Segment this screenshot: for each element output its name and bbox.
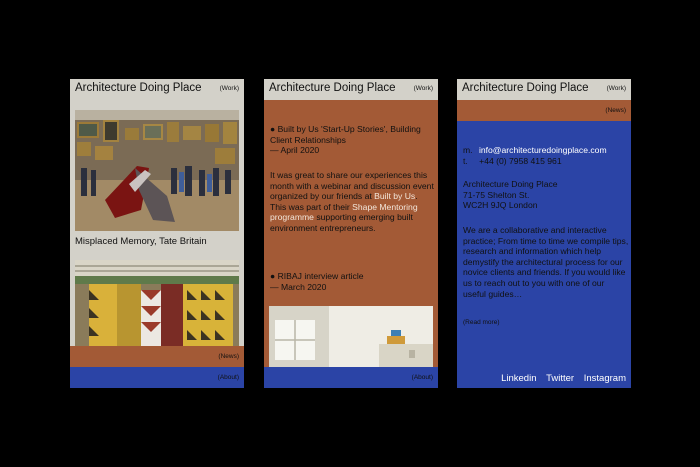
linkedin-link[interactable]: Linkedin [501, 373, 536, 384]
contact-details: m. info@architecturedoingplace.com t. +4… [463, 145, 629, 166]
address-name: Architecture Doing Place [463, 179, 558, 189]
phone-screen-work: Architecture Doing Place (Work) Misplace… [70, 79, 244, 388]
phone-row: t. +44 (0) 7958 415 961 [463, 156, 629, 167]
post-date: — April 2020 [270, 145, 320, 156]
built-by-us-link[interactable]: Built by Us [374, 191, 415, 201]
header: Architecture Doing Place (Work) [264, 79, 438, 100]
instagram-link[interactable]: Instagram [584, 373, 626, 384]
about-tab-band[interactable]: (About) [264, 367, 438, 388]
about-text: We are a collaborative and interactive p… [463, 225, 629, 299]
phone-link[interactable]: +44 (0) 7958 415 961 [479, 156, 561, 166]
project-photo-pavilion[interactable] [75, 260, 239, 346]
email-link[interactable]: info@architecturedoingplace.com [479, 145, 607, 155]
phone-screen-about: Architecture Doing Place (Work) (News) m… [457, 79, 631, 388]
social-links: Linkedin Twitter Instagram [494, 373, 626, 384]
news-post-built-by-us[interactable]: ● Built by Us 'Start-Up Stories', Buildi… [270, 124, 434, 156]
header: Architecture Doing Place (Work) [457, 79, 631, 100]
interior-image [269, 306, 433, 367]
nav-about-link[interactable]: (About) [218, 374, 239, 381]
pavilion-image [75, 260, 239, 346]
phone-label: t. [463, 155, 468, 166]
project-caption[interactable]: Misplaced Memory, Tate Britain [75, 236, 207, 247]
gallery-image [75, 110, 239, 231]
address-street: 71-75 Shelton St. [463, 189, 530, 200]
ribaj-article-photo[interactable] [269, 306, 433, 367]
post-title: ● Built by Us 'Start-Up Stories', Buildi… [270, 124, 421, 145]
nav-work-link[interactable]: (Work) [220, 85, 239, 92]
site-title[interactable]: Architecture Doing Place [75, 82, 202, 94]
nav-work-link[interactable]: (Work) [414, 85, 433, 92]
nav-news-link[interactable]: (News) [218, 353, 239, 360]
header: Architecture Doing Place (Work) [70, 79, 244, 100]
address-block: Architecture Doing Place 71-75 Shelton S… [463, 179, 629, 211]
nav-about-link[interactable]: (About) [412, 374, 433, 381]
email-label: m. [463, 145, 473, 155]
email-row: m. info@architecturedoingplace.com [463, 145, 629, 156]
post-date: — March 2020 [270, 281, 327, 292]
news-tab-band[interactable]: (News) [457, 100, 631, 121]
read-more-link[interactable]: (Read more) [463, 318, 629, 329]
news-post-ribaj[interactable]: ● RIBAJ interview article — March 2020 [270, 271, 434, 292]
project-photo-tate-britain[interactable] [75, 110, 239, 231]
phone-screen-news: Architecture Doing Place (Work) ● Built … [264, 79, 438, 388]
twitter-link[interactable]: Twitter [546, 373, 574, 384]
site-title[interactable]: Architecture Doing Place [269, 82, 396, 94]
site-title[interactable]: Architecture Doing Place [462, 82, 589, 94]
news-tab-band[interactable]: (News) [70, 346, 244, 367]
about-tab-band[interactable]: (About) [70, 367, 244, 388]
nav-news-link[interactable]: (News) [605, 107, 626, 114]
nav-work-link[interactable]: (Work) [607, 85, 626, 92]
post-body: It was great to share our experiences th… [270, 170, 434, 234]
post-title: ● RIBAJ interview article [270, 271, 364, 281]
address-city: WC2H 9JQ London [463, 200, 538, 211]
